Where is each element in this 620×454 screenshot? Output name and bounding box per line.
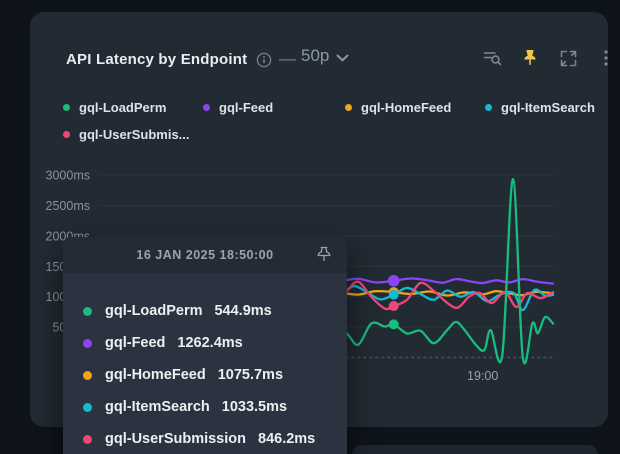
tooltip-series-value: 544.9ms	[214, 303, 271, 319]
y-axis-label: 2500ms	[46, 199, 90, 213]
tooltip-series-dot	[83, 403, 92, 412]
y-axis-label: 3000ms	[46, 169, 90, 183]
chart-tooltip: 16 JAN 2025 18:50:00 gql-LoadPerm 544.9ms…	[63, 237, 347, 454]
tooltip-row: gql-ItemSearch 1033.5ms	[83, 397, 331, 417]
tooltip-row: gql-Feed 1262.4ms	[83, 333, 331, 353]
tooltip-pin-icon[interactable]	[316, 246, 334, 264]
tooltip-row: gql-UserSubmission 846.2ms	[83, 429, 331, 449]
tooltip-series-value: 1075.7ms	[218, 367, 283, 383]
tooltip-rows: gql-LoadPerm 544.9ms gql-Feed 1262.4ms gql-H…	[63, 273, 347, 454]
tooltip-header: 16 JAN 2025 18:50:00	[63, 237, 347, 273]
tooltip-series-value: 846.2ms	[258, 431, 315, 447]
hover-dot-gql-UserSubmission	[389, 301, 399, 311]
tooltip-series-name: gql-Feed	[105, 335, 165, 351]
tooltip-timestamp: 16 JAN 2025 18:50:00	[136, 248, 273, 262]
x-axis-label: 19:00	[467, 369, 498, 383]
tooltip-series-name: gql-LoadPerm	[105, 303, 202, 319]
dashboard-background: API Latency by Endpoint — 50p	[0, 0, 620, 454]
hover-dot-gql-Feed	[388, 275, 400, 287]
hover-dot-gql-ItemSearch	[389, 290, 399, 300]
tooltip-series-value: 1033.5ms	[222, 399, 287, 415]
tooltip-series-dot	[83, 307, 92, 316]
tooltip-series-name: gql-ItemSearch	[105, 399, 210, 415]
next-widget-card	[352, 445, 598, 454]
hover-dot-gql-LoadPerm	[389, 319, 399, 329]
tooltip-series-value: 1262.4ms	[177, 335, 242, 351]
tooltip-series-dot	[83, 435, 92, 444]
tooltip-series-name: gql-HomeFeed	[105, 367, 206, 383]
tooltip-series-dot	[83, 371, 92, 380]
tooltip-row: gql-LoadPerm 544.9ms	[83, 301, 331, 321]
tooltip-series-name: gql-UserSubmission	[105, 431, 246, 447]
tooltip-row: gql-HomeFeed 1075.7ms	[83, 365, 331, 385]
tooltip-series-dot	[83, 339, 92, 348]
